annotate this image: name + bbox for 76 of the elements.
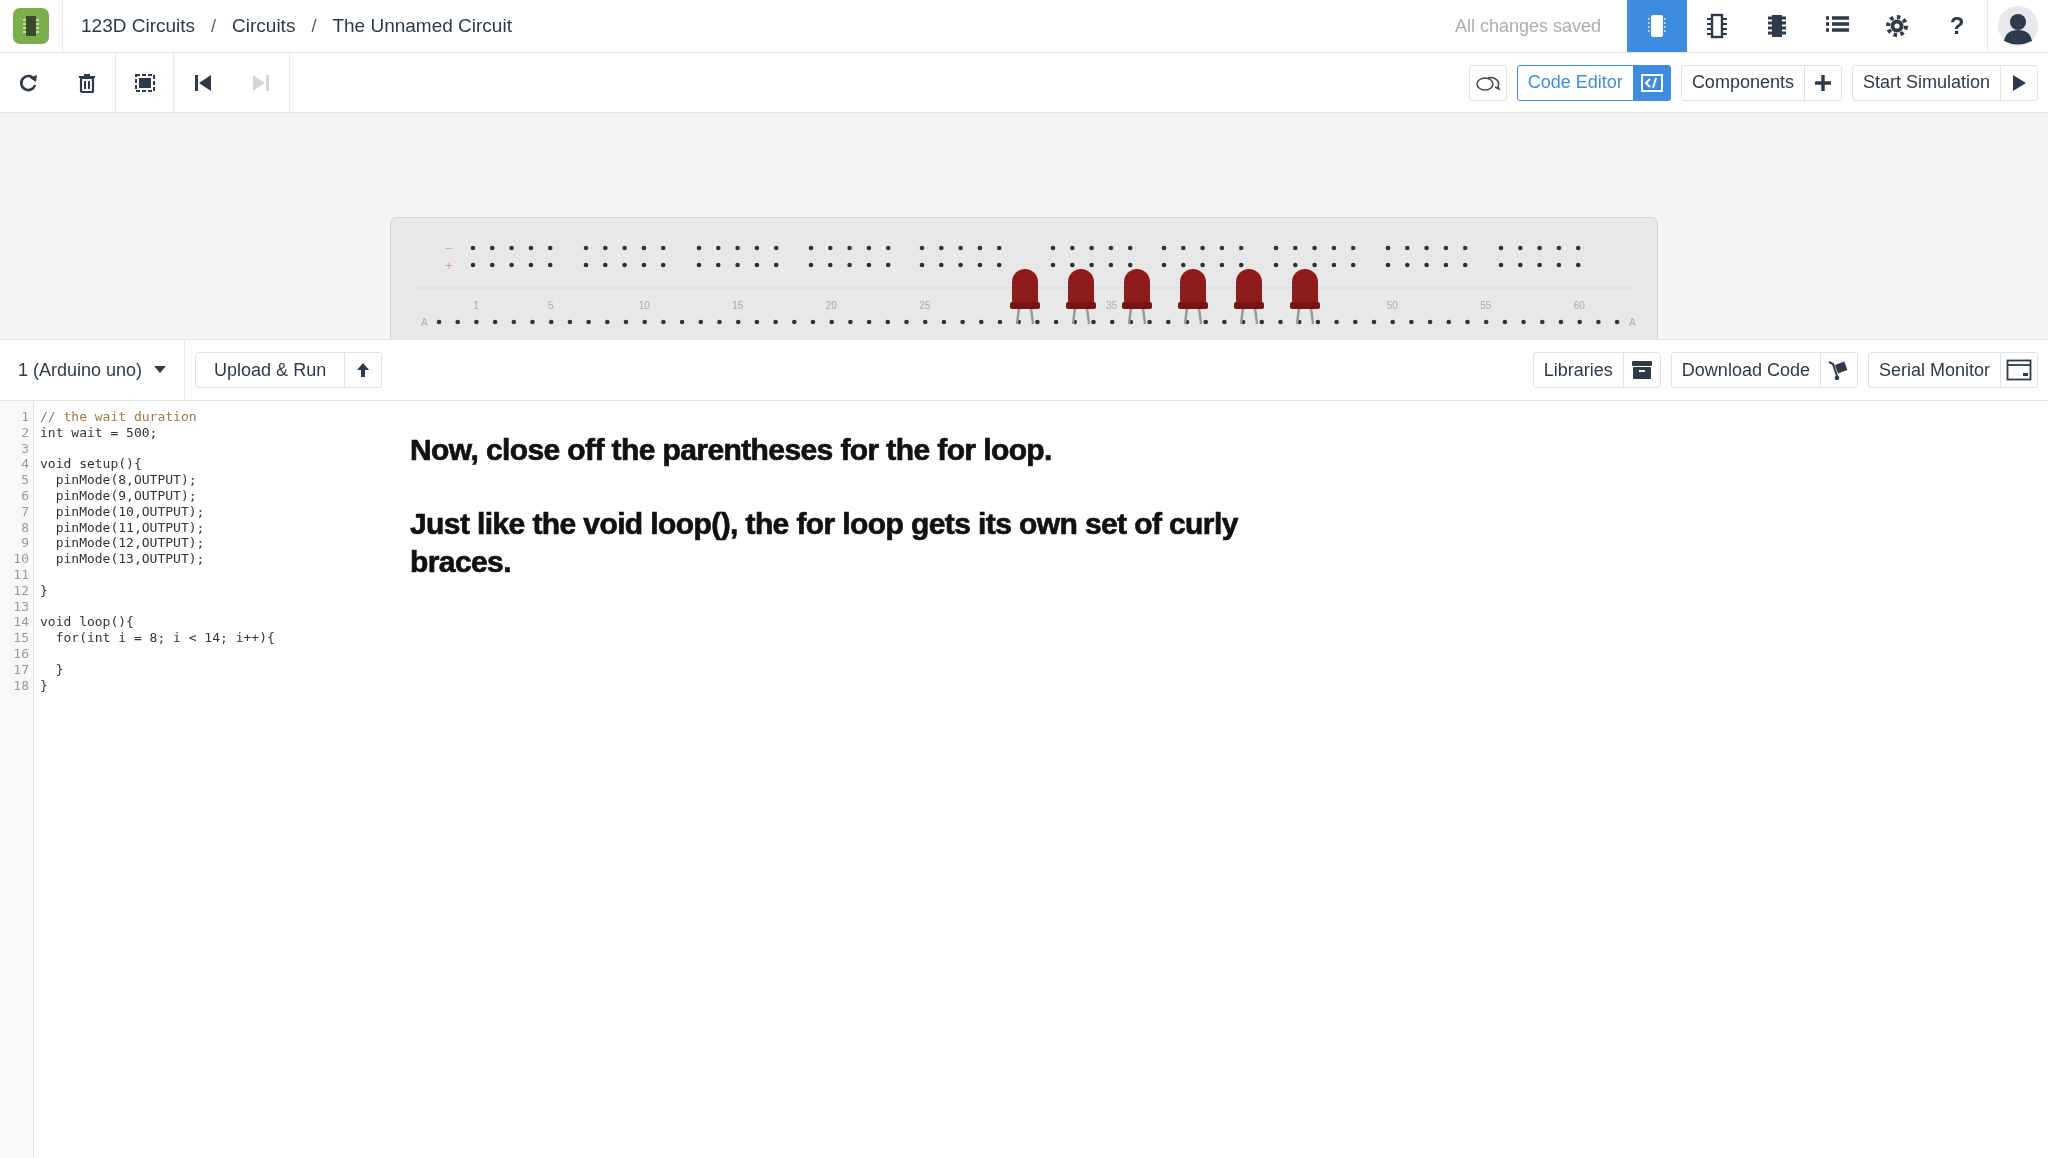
help-button[interactable]: ? xyxy=(1927,0,1987,52)
code-line: pinMode(10,OUTPUT); xyxy=(54,503,206,520)
code-line: pinMode(9,OUTPUT); xyxy=(54,488,198,504)
board-dropdown[interactable]: 1 (Arduino uno) xyxy=(0,340,186,400)
upload-run-button[interactable]: Upload & Run xyxy=(195,352,383,388)
breadcrumb-separator: / xyxy=(311,15,317,37)
led-drawing[interactable] xyxy=(1178,269,1208,326)
breadcrumb-link[interactable]: The Unnamed Circuit xyxy=(332,15,512,37)
rail-label: + xyxy=(445,258,453,273)
code-line: } xyxy=(40,582,49,599)
led-drawing[interactable] xyxy=(1010,269,1040,326)
code-line: int wait = 500; xyxy=(40,424,159,441)
line-number: 15 xyxy=(12,630,30,646)
line-number: 11 xyxy=(12,566,30,583)
line-number: 10 xyxy=(12,551,30,567)
simulate-button[interactable]: Start Simulation xyxy=(1851,64,2038,101)
line-number: 12 xyxy=(12,582,30,599)
plus-icon xyxy=(1812,72,1833,93)
components-button[interactable]: Components xyxy=(1680,64,1842,101)
line-number: 7 xyxy=(20,503,30,520)
line-number: 13 xyxy=(12,598,30,615)
column-number: 15 xyxy=(732,300,744,311)
column-number: 10 xyxy=(638,300,650,311)
line-number: 3 xyxy=(20,440,30,457)
code-line: pinMode(8,OUTPUT); xyxy=(54,472,198,488)
caret-icon xyxy=(154,366,167,374)
led-drawing[interactable] xyxy=(1290,269,1320,326)
code-line: pinMode(11,OUTPUT); xyxy=(54,519,206,536)
instruction-text: Just like the void loop(), the for loop gets its own set of curly braces. xyxy=(410,506,1239,580)
line-number: 8 xyxy=(20,519,30,536)
line-number: 17 xyxy=(12,661,30,678)
led-drawing[interactable] xyxy=(1234,269,1264,326)
code-line: void loop(){ xyxy=(40,614,135,631)
line-number: 14 xyxy=(12,614,30,631)
led-drawing[interactable] xyxy=(1066,269,1096,326)
rail-label: − xyxy=(445,241,453,256)
breadcrumb-separator: / xyxy=(211,15,217,37)
line-number: 6 xyxy=(20,488,30,504)
arrow-up-icon xyxy=(356,362,371,378)
serial-button[interactable]: Serial Monitor xyxy=(1867,352,2038,388)
column-number: 5 xyxy=(548,300,554,311)
code-line: pinMode(12,OUTPUT); xyxy=(54,535,206,552)
save-status: All changes saved xyxy=(1454,15,1601,37)
libraries-button[interactable]: Libraries xyxy=(1532,352,1661,388)
line-number: 1 xyxy=(20,409,30,425)
line-number: 9 xyxy=(20,535,30,552)
app-logo[interactable] xyxy=(13,8,49,44)
column-number: 25 xyxy=(919,300,931,311)
column-number: 35 xyxy=(1106,300,1118,311)
code-line: } xyxy=(54,661,65,678)
row-label: A xyxy=(1629,317,1636,328)
line-number: 4 xyxy=(20,456,30,473)
code-line: for(int i = 8; i < 14; i++){ xyxy=(54,630,276,646)
led-drawing[interactable] xyxy=(1122,269,1152,326)
instruction-text: Now, close off the parentheses for the for loop. xyxy=(410,432,1053,468)
code-line: } xyxy=(40,677,49,694)
column-number: 55 xyxy=(1480,300,1492,311)
code-line: pinMode(13,OUTPUT); xyxy=(54,551,206,567)
breadcrumb-link[interactable]: 123D Circuits xyxy=(81,15,196,37)
window-icon xyxy=(2006,359,2032,381)
line-number: 16 xyxy=(12,645,30,662)
code-line: // the wait duration xyxy=(40,409,198,425)
line-number: 18 xyxy=(12,677,30,694)
row-label: A xyxy=(421,317,428,328)
download-button[interactable]: Download Code xyxy=(1670,352,1858,388)
code-icon xyxy=(1639,72,1664,93)
play-icon xyxy=(2011,73,2027,92)
code-line: void setup(){ xyxy=(40,456,143,473)
archive-box-icon xyxy=(1630,360,1653,380)
column-number: 1 xyxy=(473,300,479,311)
avatar-icon[interactable] xyxy=(1998,6,2038,46)
column-number: 50 xyxy=(1386,300,1398,311)
line-number: 5 xyxy=(20,472,30,488)
breadcrumb-link[interactable]: Circuits xyxy=(232,15,296,37)
notes-button[interactable] xyxy=(1468,64,1507,101)
line-number: 2 xyxy=(20,424,30,441)
